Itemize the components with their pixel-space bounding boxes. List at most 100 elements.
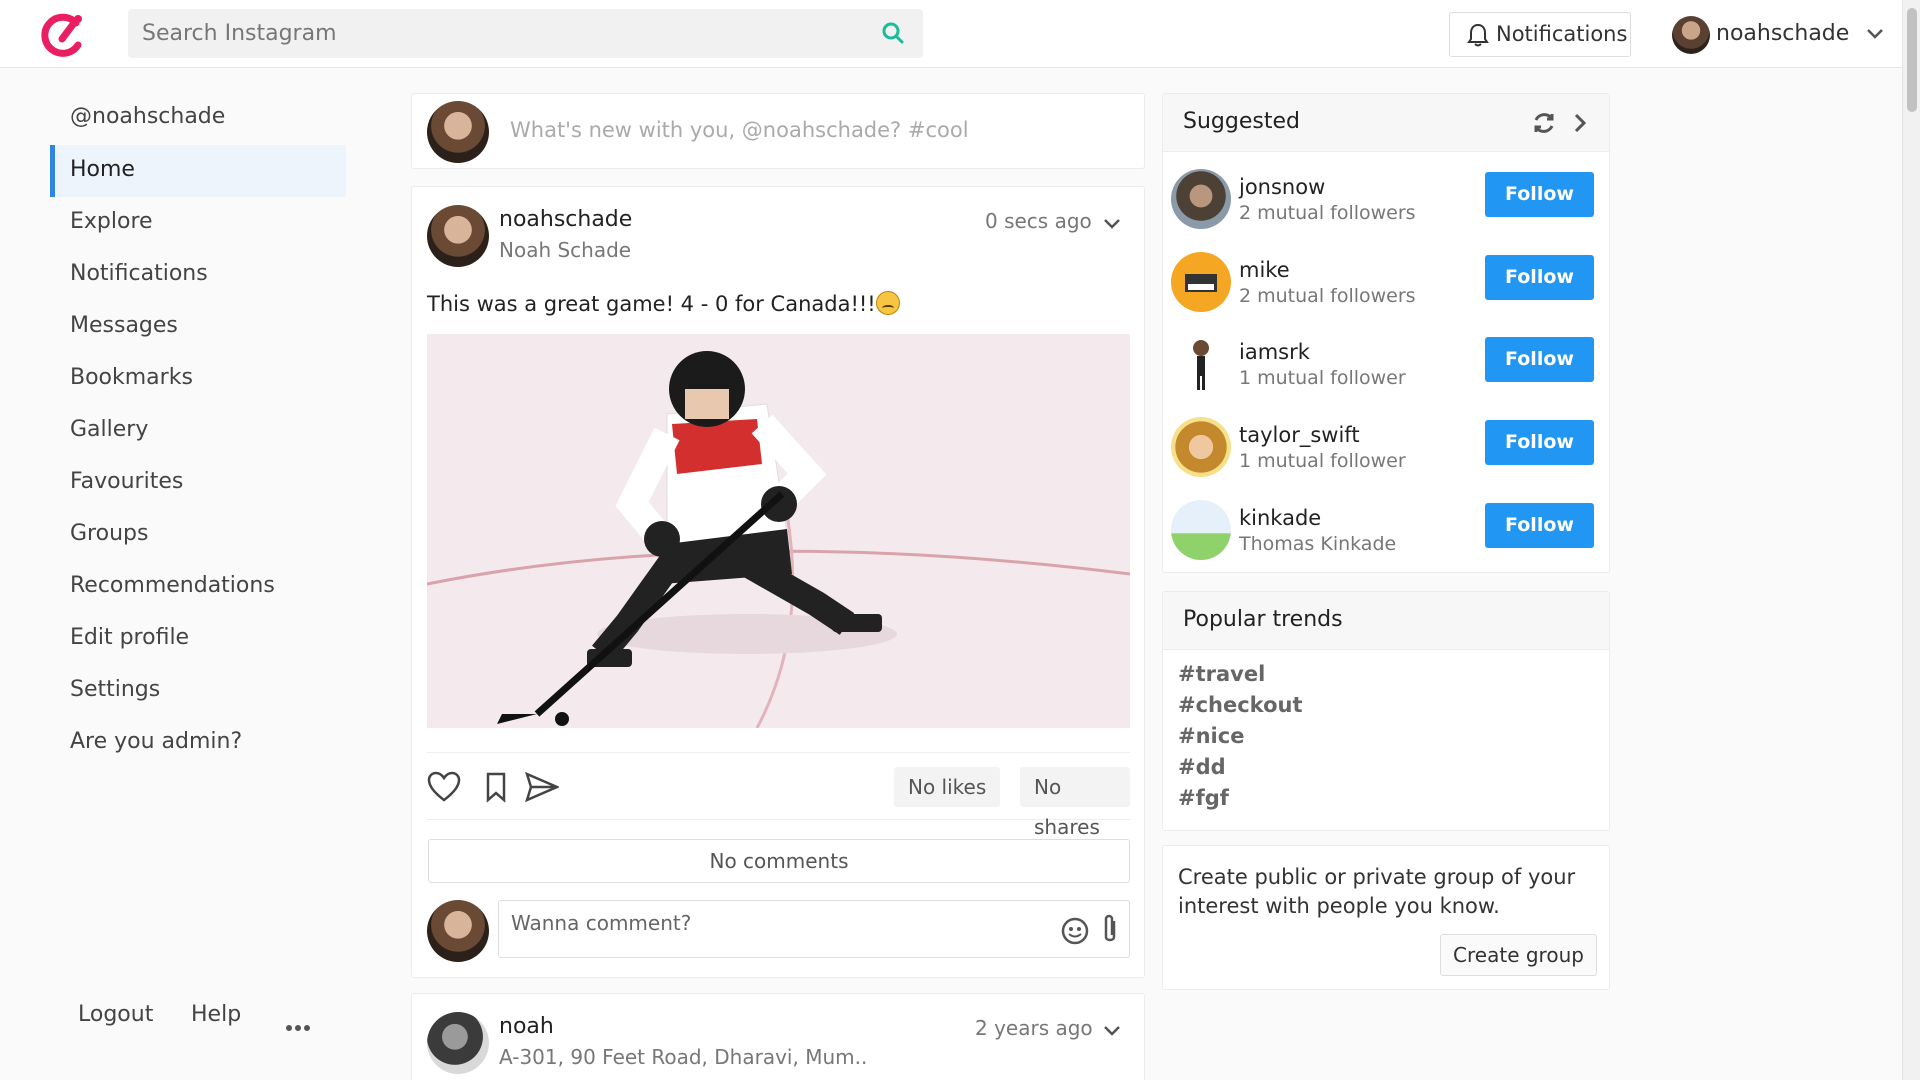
post-card: noahschade Noah Schade 0 secs ago This w…: [411, 186, 1145, 978]
trend-tag[interactable]: #checkout: [1178, 693, 1303, 717]
suggested-user: jonsnow 2 mutual followers Follow: [1171, 169, 1603, 233]
avatar: [1672, 16, 1710, 54]
sidebar-footer: Logout Help: [78, 1002, 348, 1038]
cartoon-figure-icon: [1193, 340, 1209, 390]
follow-button[interactable]: Follow: [1485, 503, 1594, 548]
sidebar-item-settings[interactable]: Settings: [50, 665, 346, 717]
app-logo-icon[interactable]: [36, 9, 88, 61]
suggested-username[interactable]: mike: [1239, 258, 1290, 282]
sidebar-item-edit-profile[interactable]: Edit profile: [50, 613, 346, 665]
scrollbar-thumb[interactable]: [1907, 8, 1917, 112]
comment-input[interactable]: Wanna comment?: [498, 900, 1130, 958]
trends-header: Popular trends: [1163, 592, 1609, 650]
refresh-icon[interactable]: [1531, 110, 1557, 136]
suggested-info: 2 mutual followers: [1239, 285, 1416, 307]
shares-count[interactable]: No shares: [1020, 767, 1130, 839]
sidebar-item-groups[interactable]: Groups: [50, 509, 346, 561]
likes-count[interactable]: No likes: [894, 767, 1001, 807]
post-image[interactable]: [427, 334, 1130, 728]
heart-icon[interactable]: [427, 771, 461, 803]
sidebar-item-notifications[interactable]: Notifications: [50, 249, 346, 301]
suggested-username[interactable]: kinkade: [1239, 506, 1321, 530]
trends-title: Popular trends: [1183, 607, 1343, 632]
avatar: [427, 101, 489, 163]
header-username: noahschade: [1716, 21, 1850, 46]
create-group-text: Create public or private group of your i…: [1178, 865, 1576, 918]
emoji-icon[interactable]: [1061, 917, 1089, 945]
suggested-username[interactable]: taylor_swift: [1239, 423, 1360, 447]
suggested-username[interactable]: jonsnow: [1239, 175, 1325, 199]
post-author-username[interactable]: noah: [499, 1014, 554, 1039]
suggested-header: Suggested: [1163, 94, 1609, 152]
post-actions: No likes No shares: [427, 752, 1130, 839]
chevron-down-icon[interactable]: [1101, 213, 1123, 235]
chevron-right-icon[interactable]: [1569, 112, 1591, 134]
sidebar-nav: Home Explore Notifications Messages Book…: [50, 145, 346, 769]
help-link[interactable]: Help: [191, 1002, 241, 1027]
follow-button[interactable]: Follow: [1485, 172, 1594, 217]
send-icon[interactable]: [525, 771, 559, 803]
suggested-user: mike 2 mutual followers Follow: [1171, 252, 1603, 316]
attachment-icon[interactable]: [1099, 913, 1121, 945]
suggested-title: Suggested: [1183, 109, 1300, 134]
post-timestamp: 2 years ago: [975, 1016, 1093, 1040]
post-author-avatar[interactable]: [427, 1012, 489, 1074]
trend-tag[interactable]: #nice: [1178, 724, 1244, 748]
avatar[interactable]: [1171, 417, 1231, 477]
post-composer[interactable]: What's new with you, @noahschade? #cool: [411, 93, 1145, 169]
suggested-info: Thomas Kinkade: [1239, 533, 1397, 555]
bell-icon: [1467, 23, 1489, 47]
composer-input[interactable]: What's new with you, @noahschade? #cool: [510, 118, 969, 142]
follow-button[interactable]: Follow: [1485, 420, 1594, 465]
suggested-username[interactable]: iamsrk: [1239, 340, 1310, 364]
comment-placeholder[interactable]: Wanna comment?: [511, 911, 691, 935]
search-icon[interactable]: [881, 21, 905, 45]
suggested-info: 1 mutual follower: [1239, 367, 1406, 389]
search-bar[interactable]: Search Instagram: [128, 9, 923, 58]
post-text-content: This was a great game! 4 - 0 for Canada!…: [427, 292, 876, 316]
trends-panel: Popular trends #travel #checkout #nice #…: [1162, 591, 1610, 831]
notifications-label: Notifications: [1496, 22, 1628, 46]
suggested-panel: Suggested jonsnow 2 mutual followers Fol…: [1162, 93, 1610, 573]
post-location: A-301, 90 Feet Road, Dharavi, Mum..: [499, 1045, 868, 1069]
trend-tag[interactable]: #travel: [1178, 662, 1265, 686]
chevron-down-icon[interactable]: [1864, 23, 1886, 45]
laughing-emoji-icon: [875, 291, 900, 315]
logout-link[interactable]: Logout: [78, 1002, 153, 1027]
follow-button[interactable]: Follow: [1485, 337, 1594, 382]
sidebar-item-explore[interactable]: Explore: [50, 197, 346, 249]
sidebar-item-bookmarks[interactable]: Bookmarks: [50, 353, 346, 405]
page-scrollbar[interactable]: [1902, 0, 1920, 1080]
suggested-info: 1 mutual follower: [1239, 450, 1406, 472]
sidebar-item-gallery[interactable]: Gallery: [50, 405, 346, 457]
avatar[interactable]: [1171, 500, 1231, 560]
suggested-user: taylor_swift 1 mutual follower Follow: [1171, 417, 1603, 481]
suggested-user: iamsrk 1 mutual follower Follow: [1171, 334, 1603, 398]
sidebar-item-messages[interactable]: Messages: [50, 301, 346, 353]
sidebar-item-favourites[interactable]: Favourites: [50, 457, 346, 509]
sidebar-item-recommendations[interactable]: Recommendations: [50, 561, 346, 613]
top-bar: Search Instagram Notifications noahschad…: [0, 0, 1902, 68]
sidebar-handle[interactable]: @noahschade: [70, 104, 225, 129]
chevron-down-icon[interactable]: [1101, 1020, 1123, 1042]
create-group-button[interactable]: Create group: [1440, 934, 1597, 976]
piano-avatar[interactable]: [1171, 252, 1231, 312]
notifications-button[interactable]: Notifications: [1449, 12, 1631, 57]
follow-button[interactable]: Follow: [1485, 255, 1594, 300]
piano-icon: [1185, 274, 1217, 292]
sidebar-item-admin[interactable]: Are you admin?: [50, 717, 346, 769]
post-timestamp: 0 secs ago: [985, 209, 1092, 233]
sidebar-item-home[interactable]: Home: [50, 145, 346, 197]
post-text: This was a great game! 4 - 0 for Canada!…: [427, 291, 900, 316]
post-author-username[interactable]: noahschade: [499, 207, 632, 232]
bookmark-icon[interactable]: [479, 771, 513, 803]
search-input[interactable]: Search Instagram: [142, 21, 337, 46]
post-author-avatar[interactable]: [427, 205, 489, 267]
avatar[interactable]: [1171, 169, 1231, 229]
trend-tag[interactable]: #fgf: [1178, 786, 1229, 810]
user-menu[interactable]: noahschade: [1672, 15, 1897, 55]
more-options-icon[interactable]: [286, 1016, 313, 1035]
trend-tag[interactable]: #dd: [1178, 755, 1226, 779]
comments-button[interactable]: No comments: [428, 839, 1130, 883]
avatar[interactable]: [1171, 334, 1231, 394]
